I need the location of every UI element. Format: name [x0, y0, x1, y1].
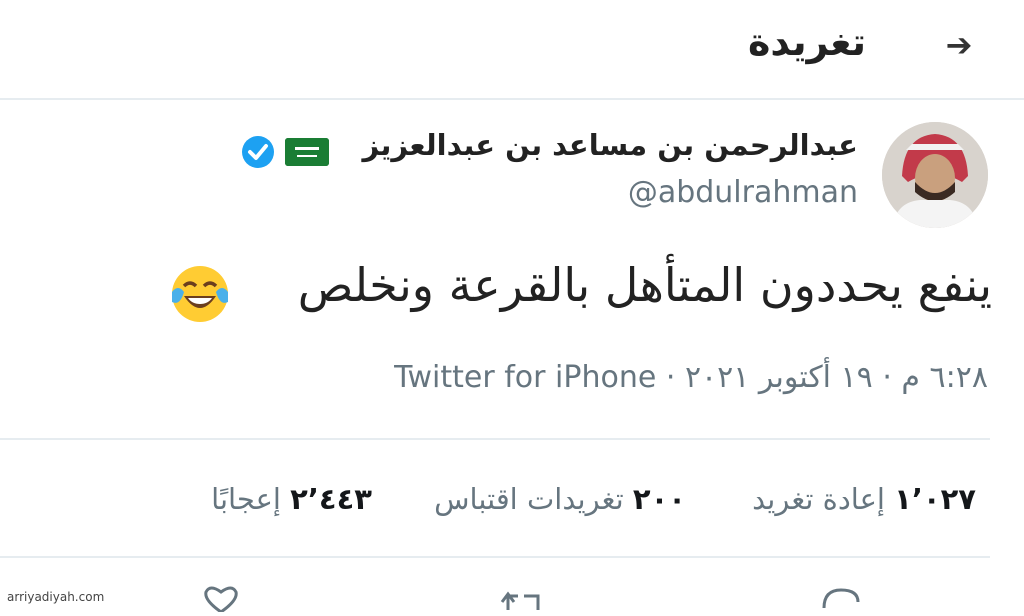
- quotes-label: تغريدات اقتباس: [434, 482, 624, 516]
- likes-label: إعجابًا: [211, 482, 281, 516]
- page-title: تغريدة: [747, 20, 866, 64]
- source-credit: arriyadiyah.com: [4, 590, 108, 604]
- avatar-image: [882, 122, 988, 228]
- tweet-header: ➔ تغريدة: [0, 0, 1024, 100]
- reply-icon: [822, 588, 860, 609]
- tweet-time[interactable]: ٦:٢٨ م: [901, 360, 988, 395]
- divider: [0, 556, 990, 558]
- reply-button[interactable]: [818, 582, 864, 612]
- divider: [0, 438, 990, 440]
- verified-badge-icon: [240, 134, 276, 170]
- like-button[interactable]: [198, 582, 244, 614]
- meta-separator: ·: [882, 360, 892, 395]
- quotes-count: ٢٠٠: [632, 482, 686, 516]
- tweet-meta: ٦:٢٨ م · ١٩ أكتوبر ٢٠٢١ · Twitter for iP…: [394, 360, 988, 395]
- quotes-stat[interactable]: ٢٠٠ تغريدات اقتباس: [434, 482, 686, 516]
- retweets-stat[interactable]: ١٬٠٢٧ إعادة تغريد: [752, 482, 976, 516]
- meta-separator: ·: [665, 360, 676, 395]
- like-icon: [204, 586, 238, 614]
- likes-stat[interactable]: ٢٬٤٤٣ إعجابًا: [211, 482, 372, 516]
- tweet-client[interactable]: Twitter for iPhone: [394, 360, 656, 395]
- tweet-date[interactable]: ١٩ أكتوبر ٢٠٢١: [685, 360, 873, 395]
- user-name[interactable]: عبدالرحمن بن مساعد بن عبدالعزيز: [362, 128, 858, 162]
- face-with-tears-of-joy-icon: [168, 262, 232, 326]
- user-handle[interactable]: @abdulrahman: [628, 175, 858, 210]
- retweet-icon: [500, 591, 540, 610]
- saudi-flag-icon: [285, 138, 329, 166]
- retweets-count: ١٬٠٢٧: [894, 482, 976, 516]
- retweet-button[interactable]: [500, 582, 546, 612]
- arrow-right-icon: ➔: [945, 26, 973, 64]
- back-button[interactable]: ➔: [934, 22, 984, 68]
- likes-count: ٢٬٤٤٣: [290, 482, 372, 516]
- retweets-label: إعادة تغريد: [752, 482, 885, 516]
- tweet-text: ينفع يحددون المتأهل بالقرعة ونخلص: [297, 258, 992, 312]
- avatar[interactable]: [882, 122, 988, 228]
